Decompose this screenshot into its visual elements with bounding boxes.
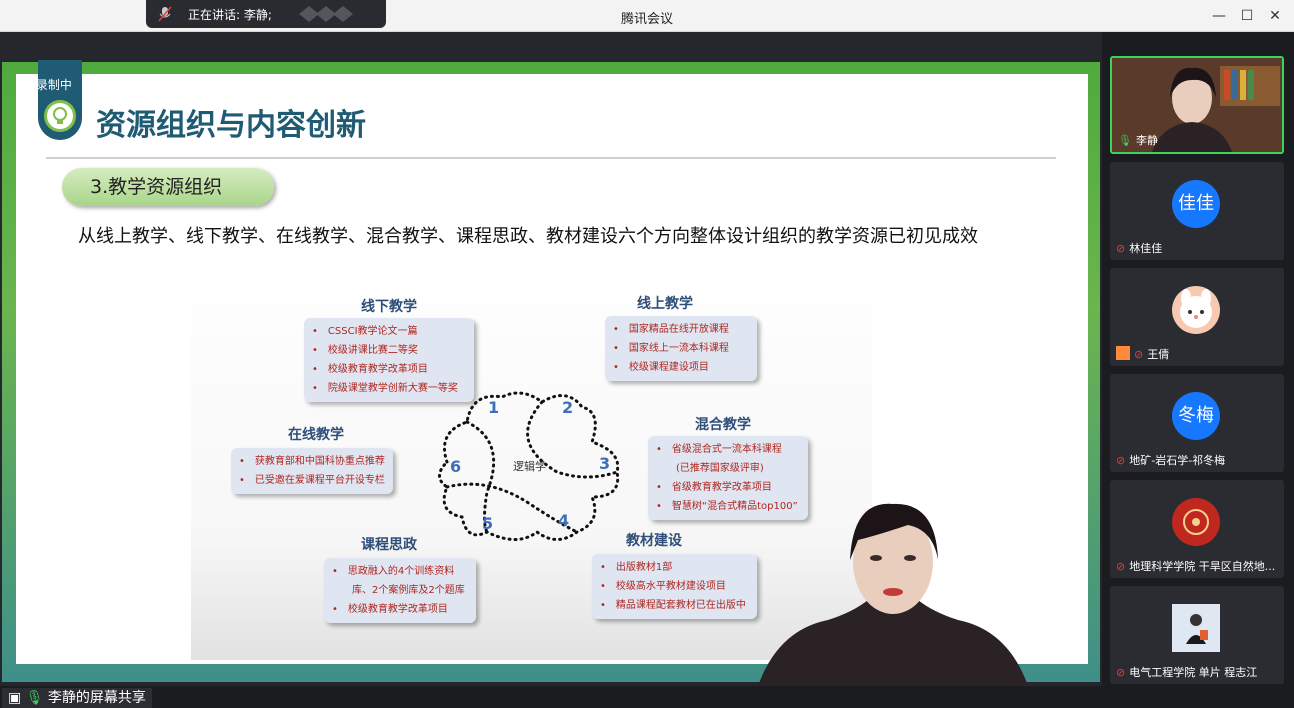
center-label: 逻辑学	[513, 460, 546, 473]
number-5: 5	[482, 514, 494, 533]
online-item: 国家精品在线开放课程	[613, 320, 749, 339]
offline-item: 校级教育教学改革项目	[312, 360, 466, 379]
internet-box: 获教育部和中国科协重点推荐 已受邀在爱课程平台开设专栏	[231, 448, 393, 494]
bunny-avatar-icon	[1180, 289, 1212, 328]
recording-label: 录制中	[35, 78, 72, 92]
internet-item: 获教育部和中国科协重点推荐	[239, 452, 385, 471]
number-1: 1	[488, 398, 500, 417]
screen-share-label[interactable]: ▣ 🎙 李静的屏幕共享	[2, 688, 152, 708]
slide-subtitle: 从线上教学、线下教学、在线教学、混合教学、课程思政、教材建设六个方向整体设计组织…	[78, 226, 978, 247]
internet-item: 已受邀在爱课程平台开设专栏	[239, 471, 385, 490]
avatar: 佳佳	[1172, 180, 1220, 228]
textbook-item: 校级高水平教材建设项目	[600, 577, 749, 596]
participant-name: ⊘ 电气工程学院 单片 程志江	[1116, 666, 1258, 679]
participant-name: ⊘ 地理科学学院 干旱区自然地...	[1116, 560, 1276, 573]
slide-title: 资源组织与内容创新	[96, 108, 366, 143]
ideology-title: 课程思政	[361, 537, 417, 553]
ideology-item: 思政融入的4个训练资料	[332, 562, 468, 581]
online-item: 校级课程建设项目	[613, 358, 749, 377]
ideology-item: 库、2个案例库及2个题库	[352, 585, 465, 596]
section-pill: 3.教学资源组织	[62, 168, 274, 206]
participant-name: 🎙 李静	[1118, 134, 1158, 147]
internet-title: 在线教学	[288, 427, 344, 443]
participant-tile-wang-qian[interactable]: ⊘ 王倩	[1110, 268, 1284, 366]
lightbulb-icon	[44, 100, 76, 132]
user-icon	[1116, 346, 1130, 360]
mic-muted-icon: ⊘	[1116, 560, 1126, 573]
cloud-icon	[18, 80, 32, 90]
minimize-button[interactable]: —	[1208, 6, 1230, 26]
offline-item: 院级课堂教学创新大赛一等奖	[312, 379, 466, 398]
participant-tile-lin-jiajia[interactable]: 佳佳 ⊘ 林佳佳	[1110, 162, 1284, 260]
school-logo-icon	[1183, 509, 1209, 535]
participant-name: ⊘ 林佳佳	[1116, 242, 1163, 255]
textbook-item: 精品课程配套教材已在出版中	[600, 596, 749, 615]
mic-muted-icon: ⊘	[1116, 242, 1126, 255]
participant-tile-qi-dongmei[interactable]: 冬梅 ⊘ 地矿-岩石学-祁冬梅	[1110, 374, 1284, 472]
textbook-title: 教材建设	[626, 533, 682, 549]
presenter-video	[758, 503, 1028, 686]
online-item: 国家线上一流本科课程	[613, 339, 749, 358]
number-2: 2	[562, 398, 574, 417]
number-6: 6	[450, 457, 462, 476]
photo-avatar-icon	[1172, 604, 1220, 652]
muted-mic-icon	[158, 6, 172, 25]
offline-item: CSSCI教学论文一篇	[312, 322, 466, 341]
speaking-wave-icon	[299, 6, 353, 22]
blended-item: (已推荐国家级评审)	[676, 463, 764, 474]
avatar	[1172, 498, 1220, 546]
slide-badge	[38, 60, 82, 140]
avatar	[1172, 604, 1220, 652]
close-button[interactable]: ✕	[1264, 6, 1286, 26]
mic-muted-icon: ⊘	[1134, 348, 1144, 361]
textbook-item: 出版教材1部	[600, 558, 749, 577]
ideology-box: 思政融入的4个训练资料 库、2个案例库及2个题库 校级教育教学改革项目	[324, 558, 476, 623]
participant-name: ⊘ 地矿-岩石学-祁冬梅	[1116, 454, 1226, 467]
textbook-box: 出版教材1部 校级高水平教材建设项目 精品课程配套教材已在出版中	[592, 554, 757, 619]
online-title: 线上教学	[637, 296, 693, 312]
number-3: 3	[599, 454, 611, 473]
blended-item: 省级混合式一流本科课程	[656, 440, 800, 459]
blended-item: 省级教育教学改革项目	[656, 478, 800, 497]
offline-title: 线下教学	[361, 299, 417, 315]
blended-title: 混合教学	[695, 417, 751, 433]
online-box: 国家精品在线开放课程 国家线上一流本科课程 校级课程建设项目	[605, 316, 757, 381]
number-4: 4	[558, 511, 570, 530]
screen-share-icon: ▣	[8, 690, 22, 706]
offline-box: CSSCI教学论文一篇 校级讲课比赛二等奖 校级教育教学改革项目 院级课堂教学创…	[304, 318, 474, 402]
recording-indicator: 录制中	[18, 76, 88, 96]
mic-muted-icon: ⊘	[1116, 666, 1126, 679]
ideology-item: 校级教育教学改革项目	[332, 600, 468, 619]
participant-tile-geography[interactable]: ⊘ 地理科学学院 干旱区自然地...	[1110, 480, 1284, 578]
avatar: 冬梅	[1172, 392, 1220, 440]
participant-tile-li-jing[interactable]: 🎙 李静	[1110, 56, 1284, 154]
speaking-indicator: 正在讲话: 李静;	[146, 0, 386, 28]
mic-on-icon: 🎙	[1118, 134, 1132, 147]
participant-tile-cheng-zhijiang[interactable]: ⊘ 电气工程学院 单片 程志江	[1110, 586, 1284, 684]
participant-panel: 🎙 李静 佳佳 ⊘ 林佳佳 ⊘ 王倩 冬梅 ⊘ 地矿-岩石学-祁冬梅 ⊘ 地理科学学院 干…	[1102, 32, 1294, 708]
participant-name: ⊘ 王倩	[1116, 346, 1169, 362]
title-divider	[46, 157, 1056, 159]
bottom-bar: ▣ 🎙 李静的屏幕共享	[0, 686, 1294, 708]
speaking-text: 正在讲话: 李静;	[188, 8, 272, 22]
offline-item: 校级讲课比赛二等奖	[312, 341, 466, 360]
mic-on-icon: 🎙	[25, 690, 44, 706]
avatar	[1172, 286, 1220, 334]
maximize-button[interactable]: ☐	[1236, 6, 1258, 26]
mic-muted-icon: ⊘	[1116, 454, 1126, 467]
